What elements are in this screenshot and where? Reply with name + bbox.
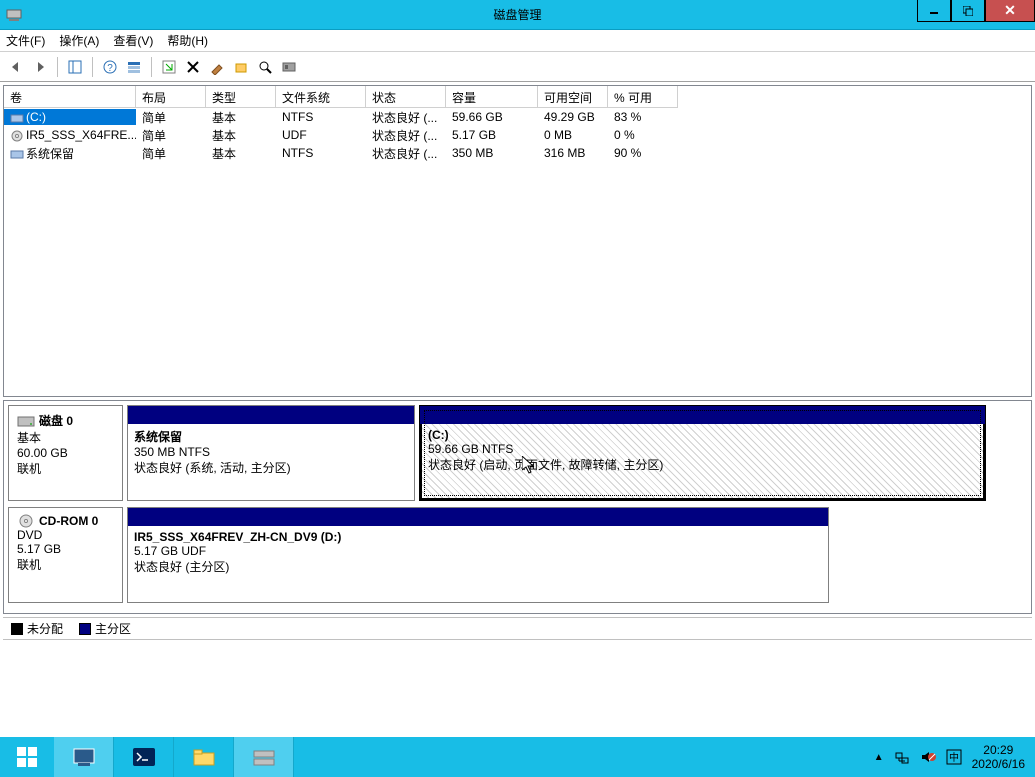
disk-row: CD-ROM 0DVD5.17 GB联机IR5_SSS_X64FREV_ZH-C…	[8, 507, 1027, 603]
volume-row[interactable]: IR5_SSS_X64FRE...简单基本UDF状态良好 (...5.17 GB…	[4, 126, 1031, 144]
back-button[interactable]	[6, 57, 26, 77]
taskbar: ▲ 中 20:29 2020/6/16	[0, 737, 1035, 777]
partition-header	[128, 406, 414, 424]
clock-time: 20:29	[972, 743, 1025, 757]
close-button[interactable]: ✕	[985, 0, 1035, 22]
task-disk-management[interactable]	[234, 737, 294, 777]
col-pct[interactable]: % 可用	[608, 86, 678, 108]
svg-text:?: ?	[107, 63, 113, 74]
partition[interactable]: (C:)59.66 GB NTFS状态良好 (启动, 页面文件, 故障转储, 主…	[419, 405, 986, 501]
disk-graphical-view: 磁盘 0基本60.00 GB联机系统保留350 MB NTFS状态良好 (系统,…	[3, 400, 1032, 614]
menubar: 文件(F) 操作(A) 查看(V) 帮助(H)	[0, 30, 1035, 52]
partition-header	[420, 406, 985, 424]
view-list-button[interactable]	[124, 57, 144, 77]
col-capacity[interactable]: 容量	[446, 86, 538, 108]
search-button[interactable]	[255, 57, 275, 77]
disk-row: 磁盘 0基本60.00 GB联机系统保留350 MB NTFS状态良好 (系统,…	[8, 405, 1027, 501]
console-tree-button[interactable]	[65, 57, 85, 77]
legend-unalloc-swatch	[11, 623, 23, 635]
col-fs[interactable]: 文件系统	[276, 86, 366, 108]
app-icon	[6, 7, 22, 23]
tray-arrow-icon[interactable]: ▲	[874, 752, 884, 763]
properties-button[interactable]	[207, 57, 227, 77]
partition[interactable]: 系统保留350 MB NTFS状态良好 (系统, 活动, 主分区)	[127, 405, 415, 501]
menu-view[interactable]: 查看(V)	[113, 32, 153, 49]
legend-primary-label: 主分区	[95, 620, 131, 637]
disk-info[interactable]: CD-ROM 0DVD5.17 GB联机	[8, 507, 123, 603]
network-icon[interactable]	[894, 749, 910, 765]
window-title: 磁盘管理	[493, 6, 541, 23]
legend-primary-swatch	[79, 623, 91, 635]
refresh-button[interactable]	[159, 57, 179, 77]
start-button[interactable]	[0, 737, 54, 777]
legend: 未分配 主分区	[3, 617, 1032, 639]
titlebar: 磁盘管理 ✕	[0, 0, 1035, 30]
ime-icon[interactable]: 中	[946, 749, 962, 765]
statusbar	[3, 639, 1032, 663]
partition[interactable]: IR5_SSS_X64FREV_ZH-CN_DV9 (D:)5.17 GB UD…	[127, 507, 829, 603]
volume-list[interactable]: 卷 布局 类型 文件系统 状态 容量 可用空间 % 可用 (C:)简单基本NTF…	[3, 85, 1032, 397]
list-header: 卷 布局 类型 文件系统 状态 容量 可用空间 % 可用	[4, 86, 1031, 108]
menu-help[interactable]: 帮助(H)	[167, 32, 208, 49]
col-type[interactable]: 类型	[206, 86, 276, 108]
partition-header	[128, 508, 828, 526]
settings-button[interactable]	[279, 57, 299, 77]
menu-file[interactable]: 文件(F)	[6, 32, 45, 49]
legend-unalloc-label: 未分配	[27, 620, 63, 637]
col-volume[interactable]: 卷	[4, 86, 136, 108]
svg-text:中: 中	[949, 751, 959, 764]
maximize-button[interactable]	[951, 0, 985, 22]
delete-button[interactable]	[183, 57, 203, 77]
clock[interactable]: 20:29 2020/6/16	[972, 743, 1025, 772]
disk-info[interactable]: 磁盘 0基本60.00 GB联机	[8, 405, 123, 501]
toolbar: ?	[0, 52, 1035, 82]
col-layout[interactable]: 布局	[136, 86, 206, 108]
task-explorer[interactable]	[174, 737, 234, 777]
volume-row[interactable]: 系统保留简单基本NTFS状态良好 (...350 MB316 MB90 %	[4, 144, 1031, 162]
minimize-button[interactable]	[917, 0, 951, 22]
rescan-button[interactable]	[231, 57, 251, 77]
task-server-manager[interactable]	[54, 737, 114, 777]
volume-row[interactable]: (C:)简单基本NTFS状态良好 (...59.66 GB49.29 GB83 …	[4, 108, 1031, 126]
task-powershell[interactable]	[114, 737, 174, 777]
clock-date: 2020/6/16	[972, 757, 1025, 771]
forward-button[interactable]	[30, 57, 50, 77]
menu-action[interactable]: 操作(A)	[59, 32, 99, 49]
system-tray: ▲ 中 20:29 2020/6/16	[864, 743, 1035, 772]
help-button[interactable]: ?	[100, 57, 120, 77]
col-status[interactable]: 状态	[366, 86, 446, 108]
col-free[interactable]: 可用空间	[538, 86, 608, 108]
volume-muted-icon[interactable]	[920, 749, 936, 765]
